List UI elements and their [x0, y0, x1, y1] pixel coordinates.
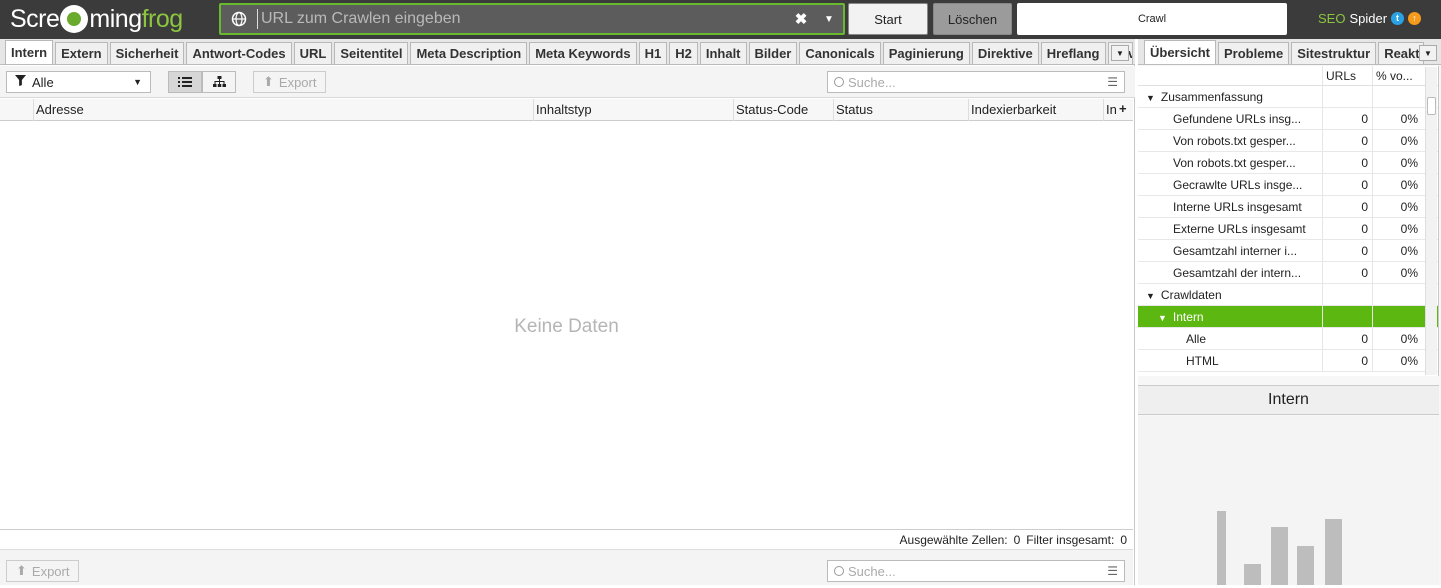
search-icon — [834, 566, 844, 576]
upload-icon: ⬆ — [16, 563, 27, 578]
bottom-export-button[interactable]: ⬆ Export — [6, 560, 80, 582]
clear-url-icon[interactable]: ✖ — [787, 10, 815, 28]
expanded-triangle-icon[interactable]: ▼ — [1146, 291, 1155, 301]
list-item[interactable]: Interne URLs insgesamt 0 0% — [1138, 196, 1438, 218]
overview-panel: Übersicht Probleme Sitestruktur Reakti ▼… — [1138, 39, 1441, 585]
list-item[interactable]: Externe URLs insgesamt 0 0% — [1138, 218, 1438, 240]
detail-bar-chart — [1217, 511, 1342, 585]
chart-bar — [1271, 527, 1288, 585]
chart-bar — [1244, 564, 1261, 585]
tab-probleme[interactable]: Probleme — [1217, 42, 1290, 64]
seo-spider-brand: SEO Spider t ↑ — [1318, 11, 1422, 26]
expanded-triangle-icon[interactable]: ▼ — [1158, 313, 1167, 323]
tab-intern[interactable]: Intern — [5, 40, 54, 64]
column-header-truncated[interactable]: In — [1103, 99, 1117, 121]
list-item[interactable]: Gesamtzahl interner i... 0 0% — [1138, 240, 1438, 262]
tab-sicherheit[interactable]: Sicherheit — [109, 42, 185, 64]
tab-canonicals[interactable]: Canonicals — [799, 42, 881, 64]
bottom-toolbar: ⬆ Export Suche... ☰ — [0, 549, 1133, 585]
update-icon[interactable]: ↑ — [1408, 12, 1422, 25]
main-tab-bar: Intern Extern Sicherheit Antwort-Codes U… — [0, 39, 1135, 65]
chart-bar — [1217, 511, 1226, 585]
twitter-icon[interactable]: t — [1391, 12, 1405, 25]
tab-seitentitel[interactable]: Seitentitel — [334, 42, 409, 64]
add-column-icon[interactable]: + — [1119, 99, 1127, 119]
overview-table-header: URLs % vo... — [1138, 66, 1438, 86]
column-header-indexierbarkeit[interactable]: Indexierbarkeit — [968, 99, 1103, 121]
tab-h2[interactable]: H2 — [669, 42, 698, 64]
right-tab-bar: Übersicht Probleme Sitestruktur Reakti ▼ — [1138, 39, 1441, 65]
list-item[interactable]: HTML 0 0% — [1138, 350, 1438, 372]
search-icon — [834, 77, 844, 87]
tab-paginierung[interactable]: Paginierung — [882, 42, 970, 64]
top-bar: Scremingfrog ✖ ▼ Start Löschen Crawl SEO… — [0, 0, 1441, 39]
scrollbar-thumb[interactable] — [1427, 97, 1436, 115]
status-line: Ausgewählte Zellen: 0 Filter insgesamt: … — [0, 529, 1133, 549]
tabs-overflow-chevron-icon[interactable]: ▼ — [1111, 45, 1129, 61]
upload-icon: ⬆ — [263, 74, 274, 89]
tree-view-button[interactable] — [202, 71, 236, 93]
tab-reaktion[interactable]: Reakti — [1378, 42, 1425, 64]
empty-state: Keine Daten — [514, 316, 619, 337]
table-header: Adresse Inhaltstyp Status-Code Status In… — [0, 99, 1133, 121]
export-button[interactable]: ⬆ Export — [253, 71, 327, 93]
sliders-icon[interactable]: ☰ — [1107, 564, 1118, 578]
list-item[interactable]: Gesamtzahl der intern... 0 0% — [1138, 262, 1438, 284]
chevron-down-icon[interactable]: ▼ — [815, 14, 843, 25]
filter-icon — [15, 75, 26, 89]
bottom-search-input[interactable]: Suche... ☰ — [827, 560, 1125, 582]
section-row-crawldaten[interactable]: ▼ Crawldaten — [1138, 284, 1438, 306]
tab-antwort-codes[interactable]: Antwort-Codes — [186, 42, 292, 64]
list-item[interactable]: Von robots.txt gesper... 0 0% — [1138, 130, 1438, 152]
tab-inhalt[interactable]: Inhalt — [699, 42, 747, 64]
overview-scrollbar[interactable] — [1425, 67, 1437, 375]
filter-dropdown[interactable]: Alle ▼ — [6, 71, 151, 93]
detail-title: Intern — [1138, 385, 1439, 415]
section-row-intern-selected[interactable]: ▼ Intern — [1138, 306, 1438, 328]
tab-bilder[interactable]: Bilder — [748, 42, 798, 64]
tab-url[interactable]: URL — [293, 42, 333, 64]
column-header-status[interactable]: Status — [833, 99, 968, 121]
screaming-frog-logo: Scre ming frog — [10, 4, 183, 33]
tab-direktive[interactable]: Direktive — [971, 42, 1039, 64]
right-tabs-overflow-chevron-icon[interactable]: ▼ — [1419, 45, 1437, 61]
column-header-status-code[interactable]: Status-Code — [733, 99, 833, 121]
sitemap-icon — [212, 76, 226, 87]
column-header-inhaltstyp[interactable]: Inhaltstyp — [533, 99, 733, 121]
column-header-urls[interactable]: URLs — [1322, 66, 1372, 85]
start-button[interactable]: Start — [848, 3, 928, 35]
sliders-icon[interactable]: ☰ — [1107, 75, 1118, 89]
column-header-adresse[interactable]: Adresse — [33, 99, 533, 121]
overview-table: URLs % vo... ▼ Zusammenfassung Gefundene … — [1138, 66, 1439, 376]
url-input-box[interactable]: ✖ ▼ — [219, 3, 845, 35]
tab-extern[interactable]: Extern — [55, 42, 108, 64]
frog-eye-icon — [60, 5, 89, 33]
main-panel: Intern Extern Sicherheit Antwort-Codes U… — [0, 39, 1135, 585]
tab-uebersicht[interactable]: Übersicht — [1144, 40, 1216, 64]
main-toolbar: Alle ▼ ⬆ Export Suche... ☰ — [0, 66, 1135, 98]
search-input[interactable]: Suche... ☰ — [827, 71, 1125, 93]
tab-meta-keywords[interactable]: Meta Keywords — [529, 42, 637, 64]
tab-h1[interactable]: H1 — [638, 42, 668, 64]
list-view-button[interactable] — [168, 71, 202, 93]
chart-bar — [1325, 519, 1342, 585]
url-input[interactable] — [257, 9, 787, 29]
list-item[interactable]: Alle 0 0% — [1138, 328, 1438, 350]
list-icon — [178, 77, 192, 87]
list-item[interactable]: Gecrawlte URLs insge... 0 0% — [1138, 174, 1438, 196]
detail-chart-area — [1138, 416, 1439, 585]
expanded-triangle-icon[interactable]: ▼ — [1146, 93, 1155, 103]
column-header-percent[interactable]: % vo... — [1372, 66, 1422, 85]
tab-sitestruktur[interactable]: Sitestruktur — [1291, 42, 1377, 64]
tab-meta-description[interactable]: Meta Description — [410, 42, 528, 64]
list-item[interactable]: Von robots.txt gesper... 0 0% — [1138, 152, 1438, 174]
list-item[interactable]: Gefundene URLs insg... 0 0% — [1138, 108, 1438, 130]
crawl-mode-display[interactable]: Crawl — [1017, 3, 1287, 35]
chart-bar — [1297, 546, 1314, 585]
tab-hreflang[interactable]: Hreflang — [1040, 42, 1106, 64]
chevron-down-icon: ▼ — [133, 77, 142, 87]
globe-icon — [221, 11, 257, 27]
section-row-zusammenfassung[interactable]: ▼ Zusammenfassung — [1138, 86, 1438, 108]
clear-button[interactable]: Löschen — [933, 3, 1012, 35]
